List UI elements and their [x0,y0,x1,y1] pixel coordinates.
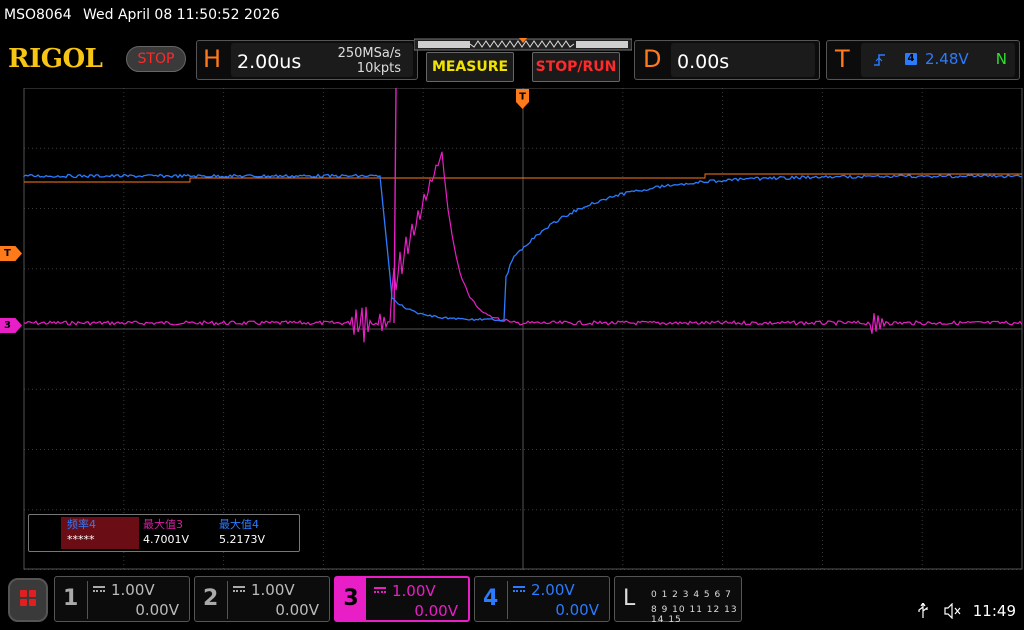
channel-3-offset: 0.00V [414,602,458,620]
divider [227,581,228,619]
menu-icon-square [29,599,36,606]
menu-icon-square [20,599,27,606]
measure-label-2: 最大值3 [143,518,183,531]
logic-channels-low: 0 1 2 3 4 5 6 7 [651,590,732,600]
channel-2-number: 2 [203,586,219,611]
measure-button[interactable]: MEASURE [426,52,514,82]
channel-4-number: 4 [483,586,499,611]
measure-label-3: 最大值4 [219,518,259,531]
channel-2-offset: 0.00V [275,601,319,619]
channel-4-offset: 0.00V [555,601,599,619]
trigger-source: 4 [905,53,917,65]
logic-letter: L [623,586,636,611]
dc-coupling-icon [513,586,525,592]
waveform-display[interactable] [0,88,1024,570]
delay-letter: D [643,45,662,73]
usb-icon [918,601,928,618]
delay-value: 0.00s [677,51,730,73]
rigol-logo: RIGOL [8,44,103,74]
svg-text:T: T [519,92,526,103]
measure-label-1: 频率4 [67,518,96,531]
mute-icon[interactable] [944,602,962,620]
channel-3-scale: 1.00V [392,582,436,600]
channel-1-number: 1 [63,586,79,611]
rising-edge-icon [874,54,885,66]
delay-settings[interactable]: D 0.00s [634,40,820,80]
main-menu-button[interactable] [8,578,48,622]
stop-run-button[interactable]: STOP/RUN [532,52,620,82]
divider [87,581,88,619]
trigger-settings[interactable]: T 4 2.48V N [826,40,1020,80]
sample-info: 250MSa/s 10kpts [338,46,401,76]
measure-value-2: 4.7001V [143,533,190,546]
status-line: MSO8064 Wed April 08 11:50:52 2026 [0,0,1024,32]
menu-icon-square [20,590,27,597]
channel-1-offset: 0.00V [135,601,179,619]
channel-2-scale: 1.00V [251,581,295,599]
channel-1-scale: 1.00V [111,581,155,599]
channel-1-box[interactable]: 1 1.00V 0.00V [54,576,190,622]
system-tray: 11:49 [917,601,1016,620]
horizontal-value-panel: 2.00us 250MSa/s 10kpts [231,43,413,77]
channel-2-box[interactable]: 2 1.00V 0.00V [194,576,330,622]
channel-bar: 1 1.00V 0.00V 2 1.00V 0.00V 3 1.00V 0.00… [0,572,1024,630]
channel-4-box[interactable]: 4 2.00V 0.00V [474,576,610,622]
trigger-letter: T [835,45,850,73]
clock: 11:49 [972,602,1016,620]
horizontal-letter: H [203,45,222,73]
dc-coupling-icon [374,587,386,593]
run-state-button[interactable]: STOP [126,46,186,72]
dc-coupling-icon [233,586,245,592]
delay-value-panel: 0.00s [671,43,815,77]
date-time: Wed April 08 11:50:52 2026 [83,7,280,23]
channel-3-box[interactable]: 3 1.00V 0.00V [334,576,470,622]
channel-3-number: 3 [336,578,366,620]
header-bar: RIGOL STOP H 2.00us 250MSa/s 10kpts MEAS… [0,36,1024,84]
divider [507,581,508,619]
measure-value-3: 5.2173V [219,533,266,546]
sample-rate: 250MSa/s [337,46,401,61]
logic-channels-high: 8 9 10 11 12 13 14 15 [651,605,738,625]
channel-4-scale: 2.00V [531,581,575,599]
waveform-area[interactable] [0,88,1024,570]
measurement-panel[interactable]: 频率4 ***** 最大值3 4.7001V 最大值4 5.2173V [28,514,300,552]
model-name: MSO8064 [4,7,72,23]
timebase-scale: 2.00us [237,51,302,73]
dc-coupling-icon [93,586,105,592]
trigger-value-panel: 4 2.48V N [861,43,1015,77]
measure-value-1: ***** [67,533,95,546]
logic-analyzer-box[interactable]: L 0 1 2 3 4 5 6 7 8 9 10 11 12 13 14 15 [614,576,742,625]
menu-icon-square [29,590,36,597]
trigger-mode: N [995,50,1007,68]
memory-depth: 10kpts [356,61,401,76]
trigger-level: 2.48V [925,50,969,68]
memory-overview-strip[interactable] [414,38,632,52]
horizontal-settings[interactable]: H 2.00us 250MSa/s 10kpts [196,40,418,80]
trigger-position-marker[interactable]: T [515,88,531,110]
